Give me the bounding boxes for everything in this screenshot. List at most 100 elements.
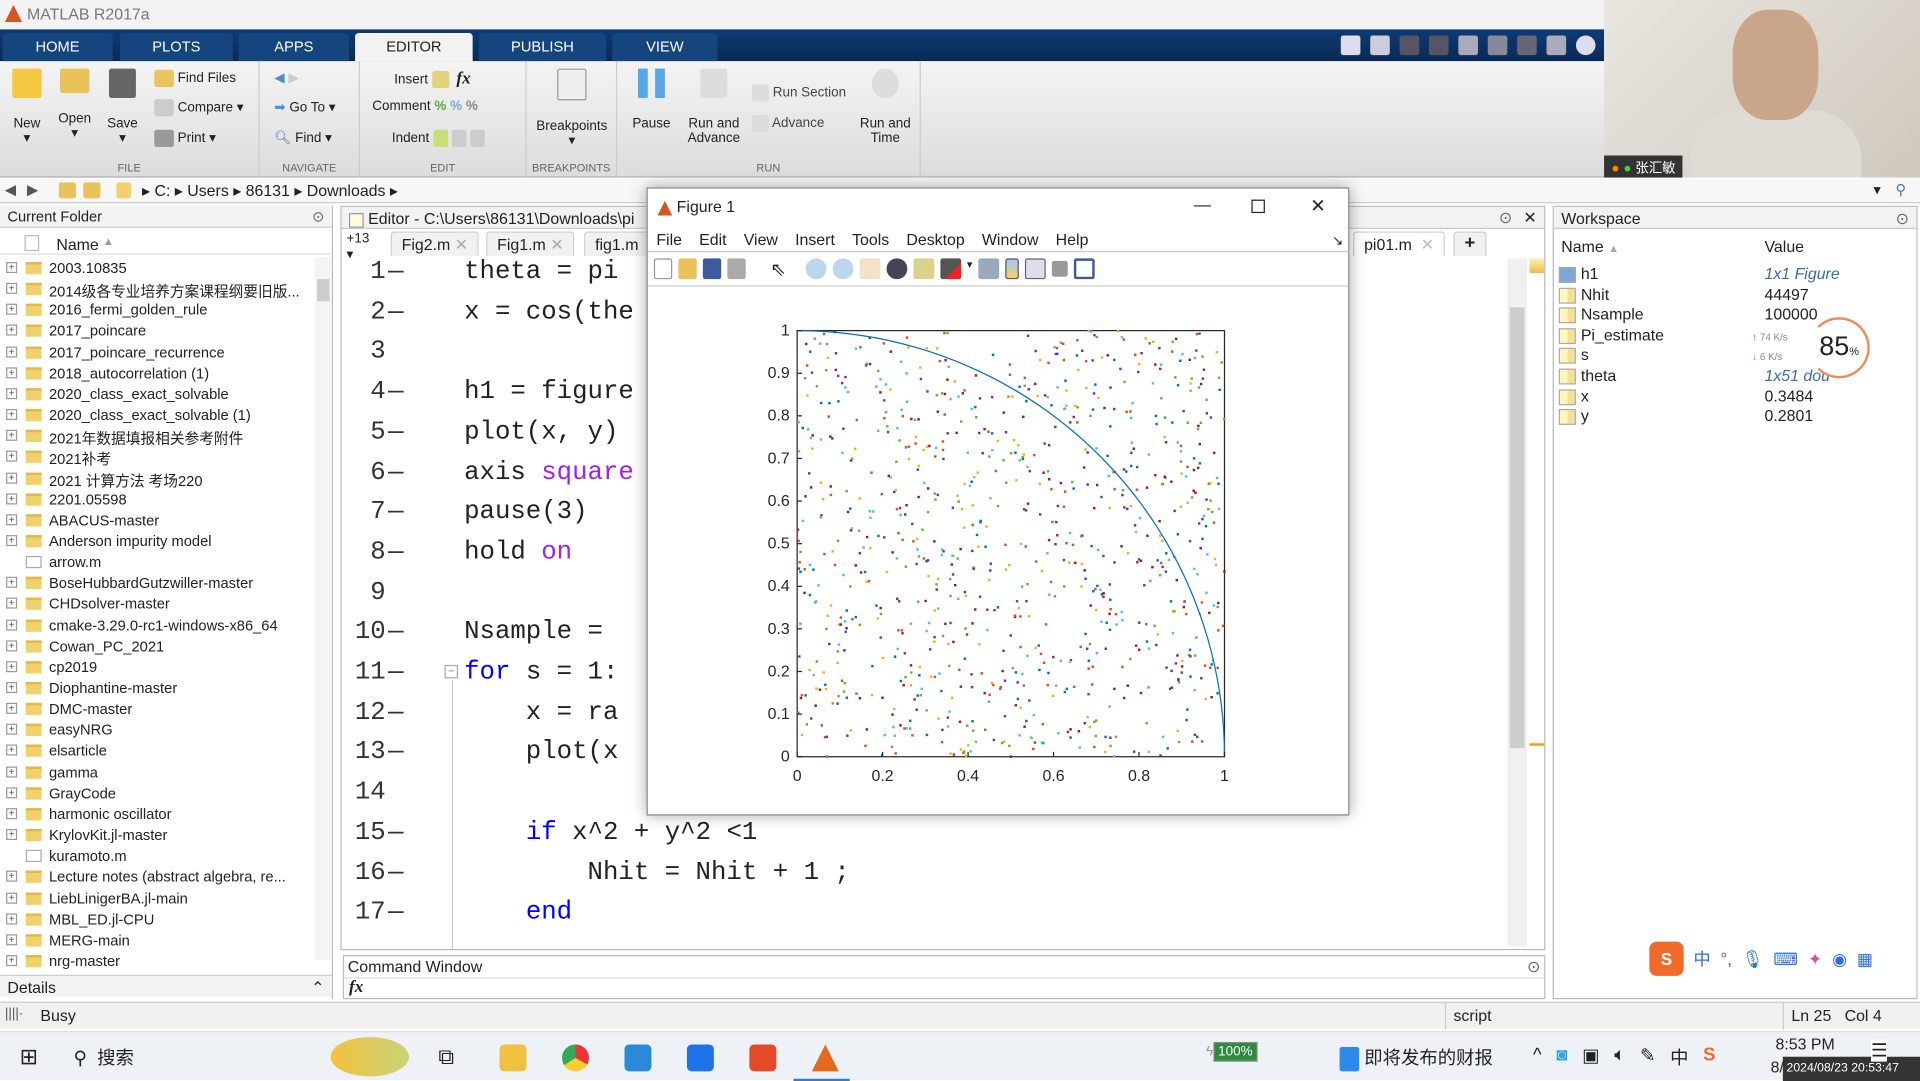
news-widget[interactable]: 即将发布的财报 xyxy=(1339,1044,1493,1072)
fold-toggle-icon[interactable]: − xyxy=(444,664,458,679)
close-icon[interactable]: ✕ xyxy=(1523,208,1536,228)
sogou-tray-icon[interactable]: S xyxy=(1703,1044,1715,1070)
editor-tab[interactable]: Fig1.m ✕ xyxy=(486,231,575,256)
ws-name-header[interactable]: Name ▲ xyxy=(1561,238,1619,256)
folder-list-item[interactable]: +2201.05598 xyxy=(0,489,316,510)
folder-list-item[interactable]: +2020_class_exact_solvable (1) xyxy=(0,405,316,426)
new-figure-icon[interactable] xyxy=(653,258,673,280)
zoom-in-icon[interactable] xyxy=(805,258,827,280)
switch-windows-icon[interactable] xyxy=(1546,35,1567,56)
chrome-icon[interactable] xyxy=(562,1044,589,1072)
pause-button[interactable]: Pause xyxy=(624,68,678,131)
folder-list-item[interactable]: + nrg-master xyxy=(0,951,316,972)
folder-list-item[interactable]: + gamma xyxy=(0,762,316,783)
game-icon[interactable]: ◉ xyxy=(1832,948,1847,969)
comment-button[interactable]: Comment % % % xyxy=(372,99,478,114)
pan-hand-icon[interactable] xyxy=(859,258,880,280)
folder-list-item[interactable]: + cmake-3.29.0-rc1-windows-x86_64 xyxy=(0,615,316,636)
folder-list-item[interactable]: + GrayCode xyxy=(0,783,316,804)
browse-folder-icon[interactable] xyxy=(83,182,101,199)
breakpoint-dash[interactable]: — xyxy=(388,419,403,447)
folder-list-item[interactable]: +arrow.m xyxy=(0,552,316,573)
notification-icon[interactable]: ☰ xyxy=(1871,1039,1888,1062)
breadcrumb-drive[interactable]: C: xyxy=(154,181,170,199)
folder-list-item[interactable]: + cp2019 xyxy=(0,657,316,678)
pen-icon[interactable]: ✎ xyxy=(1640,1044,1655,1070)
tab-plots[interactable]: PLOTS xyxy=(120,33,233,62)
expand-icon[interactable]: + xyxy=(6,913,18,925)
find-button[interactable]: 🔍︎ Find ▾ xyxy=(274,130,332,146)
find-files-button[interactable]: Find Files xyxy=(154,69,236,87)
expand-icon[interactable]: + xyxy=(6,367,18,379)
workspace-variable-row[interactable]: Nhit 44497 xyxy=(1558,285,1914,306)
back-forward-buttons[interactable]: ◀ ▶ xyxy=(274,70,298,86)
name-column-header[interactable]: Name xyxy=(56,235,98,253)
battery-widget[interactable]: ϟ 100% xyxy=(1206,1042,1258,1062)
zoom-out-icon[interactable] xyxy=(832,258,853,280)
expand-icon[interactable]: + xyxy=(6,787,18,799)
back-arrow-icon[interactable]: ◀ xyxy=(274,71,284,86)
panel-menu-icon[interactable]: ⊙ xyxy=(1499,208,1512,228)
folder-list-item[interactable]: + Lecture notes (abstract algebra, re... xyxy=(0,867,316,888)
hide-plot-tools-icon[interactable] xyxy=(1051,260,1068,277)
expand-icon[interactable]: + xyxy=(6,451,18,463)
save-button[interactable]: Save ▾ xyxy=(103,68,142,146)
punctuation-icon[interactable]: °, xyxy=(1720,949,1732,969)
close-tab-icon[interactable]: ✕ xyxy=(1421,235,1434,253)
network-icon[interactable]: ▣ xyxy=(1582,1044,1599,1070)
keyboard-icon[interactable]: ⌨ xyxy=(1773,948,1798,969)
tab-editor[interactable]: EDITOR xyxy=(355,33,473,62)
folder-column-header[interactable]: Name ▲ xyxy=(0,233,331,255)
folder-list-item[interactable]: + MBL_ED.jl-CPU xyxy=(0,909,316,930)
legend-icon[interactable] xyxy=(1025,258,1046,280)
expand-icon[interactable]: + xyxy=(6,304,18,316)
breakpoint-dash[interactable]: — xyxy=(388,739,403,767)
folder-list-item[interactable]: +2021 计算方法 考场220 xyxy=(0,468,316,489)
folder-list-item[interactable]: +kuramoto.m xyxy=(0,846,316,867)
expand-icon[interactable]: + xyxy=(6,619,18,631)
indent-button[interactable]: Indent xyxy=(392,129,485,147)
goto-button[interactable]: ➡ Go To ▾ xyxy=(274,99,335,115)
folder-list-item[interactable]: + Diophantine-master xyxy=(0,678,316,699)
edit-plot-arrow-icon[interactable]: ⇖ xyxy=(770,258,785,285)
address-dropdown-icon[interactable]: ▾ xyxy=(1873,181,1880,198)
layout-icon[interactable] xyxy=(1340,35,1361,56)
breakpoint-dash[interactable]: — xyxy=(388,539,403,567)
folder-list-item[interactable]: +2021年数据填报相关参考附件 xyxy=(0,426,316,447)
show-plot-tools-icon[interactable] xyxy=(1074,258,1095,280)
expand-icon[interactable]: + xyxy=(6,682,18,694)
ime-chinese-mode[interactable]: 中 xyxy=(1693,947,1710,971)
breakpoint-dash[interactable]: — xyxy=(388,899,403,927)
expand-icon[interactable]: + xyxy=(6,577,18,589)
folder-scrollbar[interactable] xyxy=(314,257,332,961)
new-tab-button[interactable]: + xyxy=(1453,231,1487,256)
scrollbar-thumb[interactable] xyxy=(317,279,330,302)
print-button[interactable]: Print ▾ xyxy=(154,129,216,148)
maximize-button[interactable] xyxy=(1251,199,1265,214)
expand-icon[interactable]: + xyxy=(6,955,18,967)
ws-value-header[interactable]: Value xyxy=(1764,238,1804,256)
wps-icon[interactable] xyxy=(749,1044,777,1072)
sogou-ime-icon[interactable]: S xyxy=(1649,941,1684,976)
dock-icon[interactable]: ↘ xyxy=(1332,233,1343,249)
scatter-plot[interactable]: 0 0.2 0.4 0.6 0.8 1 0 0.1 0.2 0.3 0.4 0.5 0.6 0.7 0.8 0… xyxy=(648,289,1348,816)
folder-list-item[interactable]: + easyNRG xyxy=(0,720,316,741)
breakpoint-dash[interactable]: — xyxy=(388,298,403,326)
decrease-indent-icon[interactable] xyxy=(469,129,485,147)
expand-icon[interactable]: + xyxy=(6,325,18,337)
expand-icon[interactable]: + xyxy=(6,598,18,610)
redo-icon[interactable] xyxy=(1517,35,1537,56)
meeting-app-icon[interactable] xyxy=(686,1044,714,1072)
folder-list-item[interactable]: + DMC-master xyxy=(0,699,316,720)
expand-icon[interactable]: + xyxy=(6,703,18,715)
folder-list-item[interactable]: + KrylovKit.jl-master xyxy=(0,825,316,846)
expand-icon[interactable]: + xyxy=(6,934,18,946)
figure-menu-insert[interactable]: Insert xyxy=(795,230,835,248)
breakpoint-dash[interactable]: — xyxy=(388,859,403,887)
breakpoints-button[interactable]: Breakpoints ▾ xyxy=(534,68,610,148)
tab-home[interactable]: HOME xyxy=(2,33,113,62)
figure-menu-tools[interactable]: Tools xyxy=(852,230,889,248)
forward-icon[interactable]: ▶ xyxy=(27,181,38,198)
breakpoint-dash[interactable]: — xyxy=(388,378,403,406)
new-button[interactable]: New ▾ xyxy=(7,68,46,146)
